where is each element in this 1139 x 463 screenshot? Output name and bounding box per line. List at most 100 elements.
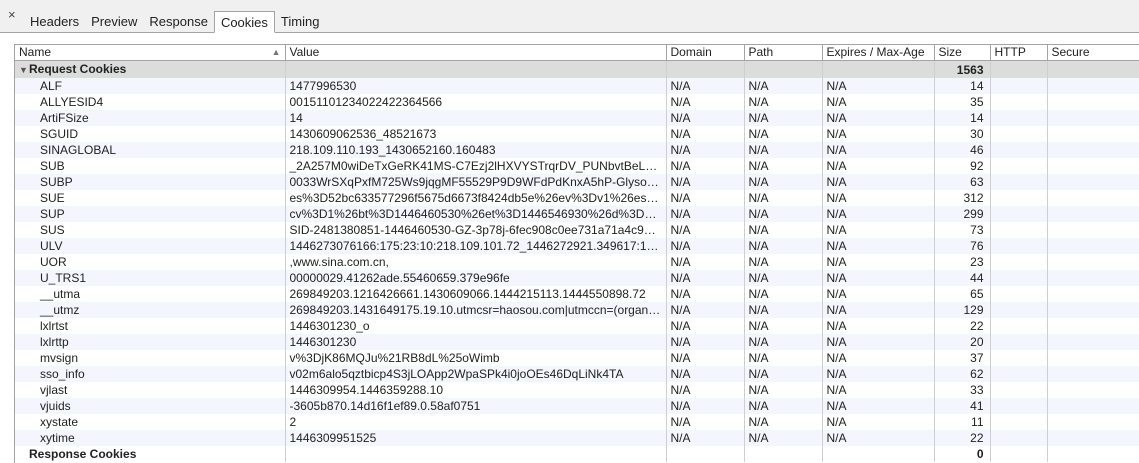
table-row[interactable]: sso_info v02m6alo5qztbicp4S3jLOApp2WpaSPk… bbox=[15, 366, 1139, 382]
cookie-name-cell: ArtiFSize bbox=[15, 110, 286, 126]
tab-timing[interactable]: Timing bbox=[275, 11, 326, 32]
cookie-secure-cell bbox=[1047, 78, 1139, 94]
cookie-http-cell bbox=[990, 110, 1048, 126]
cookie-value-cell: 0033WrSXqPxfM725Ws9jqgMF55529P9D9WFdPdKn… bbox=[285, 174, 667, 190]
cookie-expires-cell: N/A bbox=[822, 366, 935, 382]
cookie-domain-cell: N/A bbox=[666, 78, 745, 94]
cookie-expires-cell: N/A bbox=[822, 382, 935, 398]
cookie-value-cell: 1446309954.1446359288.10 bbox=[285, 382, 667, 398]
cookie-expires-cell: N/A bbox=[822, 398, 935, 414]
table-row[interactable]: __utma 269849203.1216426661.1430609066.14… bbox=[15, 286, 1139, 302]
column-header-size[interactable]: Size bbox=[934, 45, 991, 61]
cookie-domain-cell: N/A bbox=[666, 142, 745, 158]
cookie-expires-cell: N/A bbox=[822, 222, 935, 238]
cookie-value-cell: v%3DjK86MQJu%21RB8dL%25oWimb bbox=[285, 350, 667, 366]
cookie-size-cell: 65 bbox=[934, 286, 991, 302]
column-header-domain[interactable]: Domain bbox=[666, 45, 745, 61]
cookie-path-cell: N/A bbox=[744, 334, 823, 350]
cookie-domain-cell: N/A bbox=[666, 286, 745, 302]
cookie-value-cell: 2 bbox=[285, 414, 667, 430]
cookie-size-cell: 299 bbox=[934, 206, 991, 222]
cookie-value-cell: es%3D52bc633577296f5675d6673f8424db5e%26… bbox=[285, 190, 667, 206]
cookie-size-cell: 44 bbox=[934, 270, 991, 286]
cookie-expires-cell: N/A bbox=[822, 142, 935, 158]
request-cookies-group-row[interactable]: ▼Request Cookies 1563 bbox=[15, 60, 1139, 78]
response-cookies-group-row[interactable]: Response Cookies 0 bbox=[15, 446, 1139, 462]
table-row[interactable]: xystate 2 N/A N/A N/A 11 bbox=[15, 414, 1139, 430]
cookie-value-cell: v02m6alo5qztbicp4S3jLOApp2WpaSPk4i0joOEs… bbox=[285, 366, 667, 382]
table-row[interactable]: __utmz 269849203.1431649175.19.10.utmcsr=… bbox=[15, 302, 1139, 318]
column-header-name[interactable]: Name ▲ bbox=[15, 45, 286, 61]
column-header-secure[interactable]: Secure bbox=[1047, 45, 1139, 61]
column-header-expires[interactable]: Expires / Max-Age bbox=[822, 45, 935, 61]
cookie-path-cell: N/A bbox=[744, 382, 823, 398]
cookie-domain-cell: N/A bbox=[666, 382, 745, 398]
cookie-value-cell: _2A257M0wiDeTxGeRK41MS-C7Ezj2lHXVYSTrqrD… bbox=[285, 158, 667, 174]
table-row[interactable]: ArtiFSize 14 N/A N/A N/A 14 bbox=[15, 110, 1139, 126]
cookie-path-cell: N/A bbox=[744, 254, 823, 270]
table-row[interactable]: ULV 1446273076166:175:23:10:218.109.101.7… bbox=[15, 238, 1139, 254]
cookie-secure-cell bbox=[1047, 222, 1139, 238]
cookie-domain-cell: N/A bbox=[666, 158, 745, 174]
table-row[interactable]: vjlast 1446309954.1446359288.10 N/A N/A N/A 3… bbox=[15, 382, 1139, 398]
table-row[interactable]: vjuids -3605b870.14d16f1ef89.0.58af0751 N/… bbox=[15, 398, 1139, 414]
cookie-name-cell: SUBP bbox=[15, 174, 286, 190]
cookie-path-cell: N/A bbox=[744, 318, 823, 334]
cookie-expires-cell: N/A bbox=[822, 414, 935, 430]
cookie-size-cell: 92 bbox=[934, 158, 991, 174]
tab-preview[interactable]: Preview bbox=[85, 11, 143, 32]
table-row[interactable]: SUB _2A257M0wiDeTxGeRK41MS-C7Ezj2lHXVYSTr… bbox=[15, 158, 1139, 174]
close-icon[interactable]: × bbox=[8, 8, 16, 22]
cookie-secure-cell bbox=[1047, 270, 1139, 286]
group-name-cell: ▼Request Cookies bbox=[15, 60, 286, 78]
table-row[interactable]: ALLYESID4 0015110123402242236456​6 N/A N/A N… bbox=[15, 94, 1139, 110]
cookie-http-cell bbox=[990, 254, 1048, 270]
cookie-domain-cell: N/A bbox=[666, 206, 745, 222]
column-header-path[interactable]: Path bbox=[744, 45, 823, 61]
cookie-name-cell: SUE bbox=[15, 190, 286, 206]
table-row[interactable]: UOR ,www.sina.com.cn, N/A N/A N/A 23 bbox=[15, 254, 1139, 270]
column-header-http[interactable]: HTTP bbox=[990, 45, 1048, 61]
table-row[interactable]: SUP cv%3D1%26bt%3D1446460530%26et%3D14465… bbox=[15, 206, 1139, 222]
cookie-expires-cell: N/A bbox=[822, 238, 935, 254]
column-header-value[interactable]: Value bbox=[285, 45, 667, 61]
table-row[interactable]: mvsign v%3DjK86MQJu%21RB8dL%25oWimb N/A N/A… bbox=[15, 350, 1139, 366]
cookie-secure-cell bbox=[1047, 430, 1139, 446]
table-row[interactable]: SUBP 0033WrSXqPxfM725Ws9jqgMF55529P9D9WFd… bbox=[15, 174, 1139, 190]
cookie-value-cell: cv%3D1%26bt%3D1446460530%26et%3D14465469… bbox=[285, 206, 667, 222]
cookie-domain-cell: N/A bbox=[666, 398, 745, 414]
table-row[interactable]: ALF 1477996530 N/A N/A N/A 14 bbox=[15, 78, 1139, 94]
cookie-value-cell: -3605b870.14d16f1ef89.0.58af0751 bbox=[285, 398, 667, 414]
cookie-domain-cell: N/A bbox=[666, 238, 745, 254]
table-row[interactable]: U_TRS1 00000029.41262ade.55460659.379e96f… bbox=[15, 270, 1139, 286]
cookie-domain-cell: N/A bbox=[666, 222, 745, 238]
cookie-value-cell: 1446309951525 bbox=[285, 430, 667, 446]
cookie-name-cell: SUB bbox=[15, 158, 286, 174]
cookie-secure-cell bbox=[1047, 318, 1139, 334]
tab-headers[interactable]: Headers bbox=[24, 11, 85, 32]
cookie-expires-cell: N/A bbox=[822, 126, 935, 142]
cookie-secure-cell bbox=[1047, 366, 1139, 382]
table-row[interactable]: lxlrtst 1446301230_o N/A N/A N/A 22 bbox=[15, 318, 1139, 334]
cookie-path-cell: N/A bbox=[744, 286, 823, 302]
table-row[interactable]: SGUID 1430609062536_48521673 N/A N/A N/A 30 bbox=[15, 126, 1139, 142]
table-row[interactable]: SUE es%3D52bc633577296f5675d6673f8424db5e… bbox=[15, 190, 1139, 206]
table-row[interactable]: SUS SID-2481380851-1446460530-GZ-3p78j-6f… bbox=[15, 222, 1139, 238]
cookie-path-cell: N/A bbox=[744, 206, 823, 222]
table-row[interactable]: lxlrttp 1446301230 N/A N/A N/A 20 bbox=[15, 334, 1139, 350]
cookie-value-cell: 0015110123402242236456​6 bbox=[285, 94, 667, 110]
cookie-http-cell bbox=[990, 334, 1048, 350]
table-row[interactable]: xytime 1446309951525 N/A N/A N/A 22 bbox=[15, 430, 1139, 446]
tab-response[interactable]: Response bbox=[143, 11, 214, 32]
expand-triangle-icon[interactable]: ▼ bbox=[19, 62, 29, 78]
cookie-size-cell: 14 bbox=[934, 78, 991, 94]
cookies-table: Name ▲ Value Domain Path Expires / Max-A… bbox=[15, 45, 1139, 462]
devtools-tab-bar: × Headers Preview Response Cookies Timin… bbox=[0, 0, 1139, 33]
table-row[interactable]: SINAGLOBAL 218.109.110.193_1430652160.160… bbox=[15, 142, 1139, 158]
cookie-path-cell: N/A bbox=[744, 398, 823, 414]
cookie-expires-cell: N/A bbox=[822, 430, 935, 446]
cookie-name-cell: SGUID bbox=[15, 126, 286, 142]
cookie-value-cell: 1446273076166:175:23:10:218.109.101.72_1… bbox=[285, 238, 667, 254]
tab-cookies[interactable]: Cookies bbox=[213, 11, 275, 33]
cookie-name-cell: vjuids bbox=[15, 398, 286, 414]
